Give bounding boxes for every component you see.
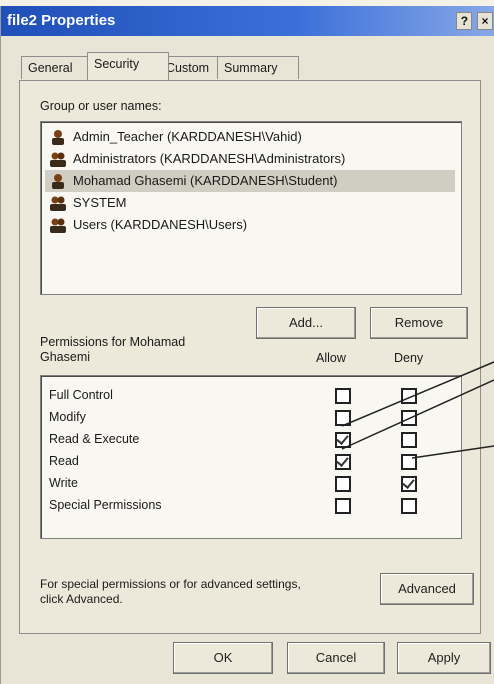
list-item[interactable]: Administrators (KARDDANESH\Administrator…	[45, 148, 455, 170]
remove-button[interactable]: Remove	[370, 307, 468, 339]
tab-security[interactable]: Security	[87, 52, 169, 80]
list-item[interactable]: Admin_Teacher (KARDDANESH\Vahid)	[45, 126, 455, 148]
allow-column-header: Allow	[316, 351, 346, 365]
user-listbox[interactable]: Admin_Teacher (KARDDANESH\Vahid) Adminis…	[40, 121, 462, 295]
allow-checkbox[interactable]	[335, 476, 351, 492]
user-label: Mohamad Ghasemi (KARDDANESH\Student)	[73, 173, 338, 188]
help-button[interactable]: ?	[456, 12, 473, 30]
deny-checkbox[interactable]	[401, 454, 417, 470]
user-icon	[52, 174, 64, 189]
deny-column-header: Deny	[394, 351, 424, 365]
advanced-note-line: For special permissions or for advanced …	[40, 577, 301, 591]
permission-name: Special Permissions	[49, 498, 162, 512]
permission-name: Write	[49, 476, 78, 490]
allow-checkbox[interactable]	[335, 498, 351, 514]
advanced-note-line: click Advanced.	[40, 592, 123, 606]
apply-button[interactable]: Apply	[397, 642, 491, 674]
user-label: Administrators (KARDDANESH\Administrator…	[73, 151, 346, 166]
deny-checkbox[interactable]	[401, 432, 417, 448]
ok-button[interactable]: OK	[173, 642, 273, 674]
permissions-label: Permissions for Mohamad Ghasemi	[40, 335, 185, 365]
permission-name: Read	[49, 454, 79, 468]
deny-checkbox[interactable]	[401, 410, 417, 426]
advanced-note: For special permissions or for advanced …	[40, 577, 301, 607]
user-label: Users (KARDDANESH\Users)	[73, 217, 248, 232]
user-icon	[52, 130, 64, 145]
permission-name: Full Control	[49, 388, 113, 402]
cancel-button[interactable]: Cancel	[287, 642, 385, 674]
allow-checkbox[interactable]	[335, 432, 351, 448]
permissions-list: Full Control Modify Read & Execute Read …	[40, 375, 462, 539]
group-icon	[50, 218, 66, 233]
add-button[interactable]: Add...	[256, 307, 356, 339]
allow-checkbox[interactable]	[335, 388, 351, 404]
security-panel: Group or user names: Admin_Teacher (KARD…	[19, 80, 481, 634]
permissions-label-line: Ghasemi	[40, 350, 91, 364]
permission-name: Modify	[49, 410, 86, 424]
user-label: Admin_Teacher (KARDDANESH\Vahid)	[73, 129, 302, 144]
window-title: file2 Properties	[7, 12, 116, 29]
permission-name: Read & Execute	[49, 432, 140, 446]
list-item-selected[interactable]: Mohamad Ghasemi (KARDDANESH\Student)	[45, 170, 455, 192]
deny-checkbox[interactable]	[401, 498, 417, 514]
list-item[interactable]: SYSTEM	[45, 192, 455, 214]
tab-general[interactable]: General	[21, 56, 91, 79]
title-bar[interactable]: file2 Properties ? ×	[1, 6, 494, 36]
tab-summary[interactable]: Summary	[217, 56, 299, 79]
list-item[interactable]: Users (KARDDANESH\Users)	[45, 214, 455, 236]
advanced-button[interactable]: Advanced	[380, 573, 474, 605]
permissions-label-line: Permissions for Mohamad	[40, 335, 186, 349]
user-label: SYSTEM	[73, 195, 127, 210]
group-label: Group or user names:	[40, 99, 162, 113]
deny-checkbox[interactable]	[401, 388, 417, 404]
deny-checkbox[interactable]	[401, 476, 417, 492]
close-button[interactable]: ×	[477, 12, 493, 30]
group-icon	[50, 196, 66, 211]
allow-checkbox[interactable]	[335, 410, 351, 426]
group-icon	[50, 152, 66, 167]
properties-dialog: file2 Properties ? × General Security Cu…	[0, 6, 494, 684]
allow-checkbox[interactable]	[335, 454, 351, 470]
